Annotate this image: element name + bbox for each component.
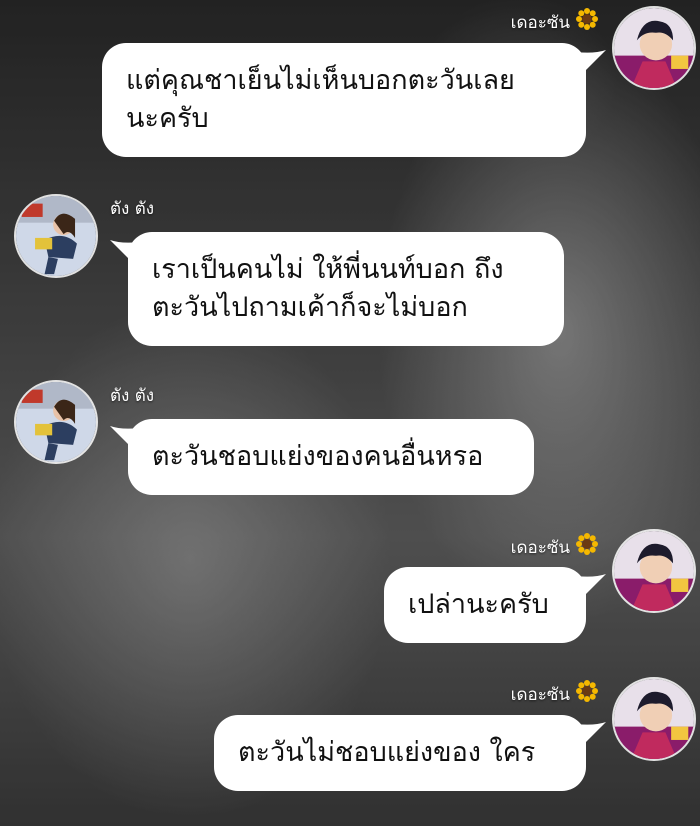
sender-name-tang-tang: ตัง ตัง [110,386,155,406]
avatar-the-sun[interactable] [612,677,696,761]
sunflower-icon [576,533,598,560]
bubble-tail [576,50,606,74]
avatar-tang-tang[interactable] [14,380,98,464]
avatar-the-sun[interactable] [612,529,696,613]
message-text-line: ตะวันไม่ชอบแย่งของ ใคร [238,737,536,768]
sunflower-icon [576,680,598,707]
bubble-tail [576,722,606,746]
message-text-line: นะครับ [126,103,209,134]
sender-name-the-sun: เดอะซัน [511,680,598,707]
message-text-line: เราเป็นคนไม่ ให้พี่นนท์บอก ถึง [152,254,504,285]
sender-name-tang-tang: ตัง ตัง [110,199,155,219]
bubble-tail [576,574,606,598]
message-bubble-right[interactable]: ตะวันไม่ชอบแย่งของ ใคร [214,715,586,791]
message-bubble-left[interactable]: เราเป็นคนไม่ ให้พี่นนท์บอก ถึง ตะวันไปถา… [128,232,564,346]
avatar-tang-tang[interactable] [14,194,98,278]
message-text-line: ตะวันชอบแย่งของคนอื่นหรอ [152,441,484,472]
bubble-tail [110,240,140,264]
sender-name-the-sun: เดอะซัน [511,533,598,560]
sunflower-icon [576,8,598,35]
message-text-line: เปล่านะครับ [408,589,549,620]
message-bubble-right[interactable]: แต่คุณชาเย็นไม่เห็นบอกตะวันเลย นะครับ [102,43,586,157]
avatar-the-sun[interactable] [612,6,696,90]
message-bubble-right[interactable]: เปล่านะครับ [384,567,586,643]
message-bubble-left[interactable]: ตะวันชอบแย่งของคนอื่นหรอ [128,419,534,495]
message-text-line: แต่คุณชาเย็นไม่เห็นบอกตะวันเลย [126,65,515,96]
message-text-line: ตะวันไปถามเค้าก็จะไม่บอก [152,292,468,323]
sender-name-the-sun: เดอะซัน [511,8,598,35]
bubble-tail [110,426,140,450]
